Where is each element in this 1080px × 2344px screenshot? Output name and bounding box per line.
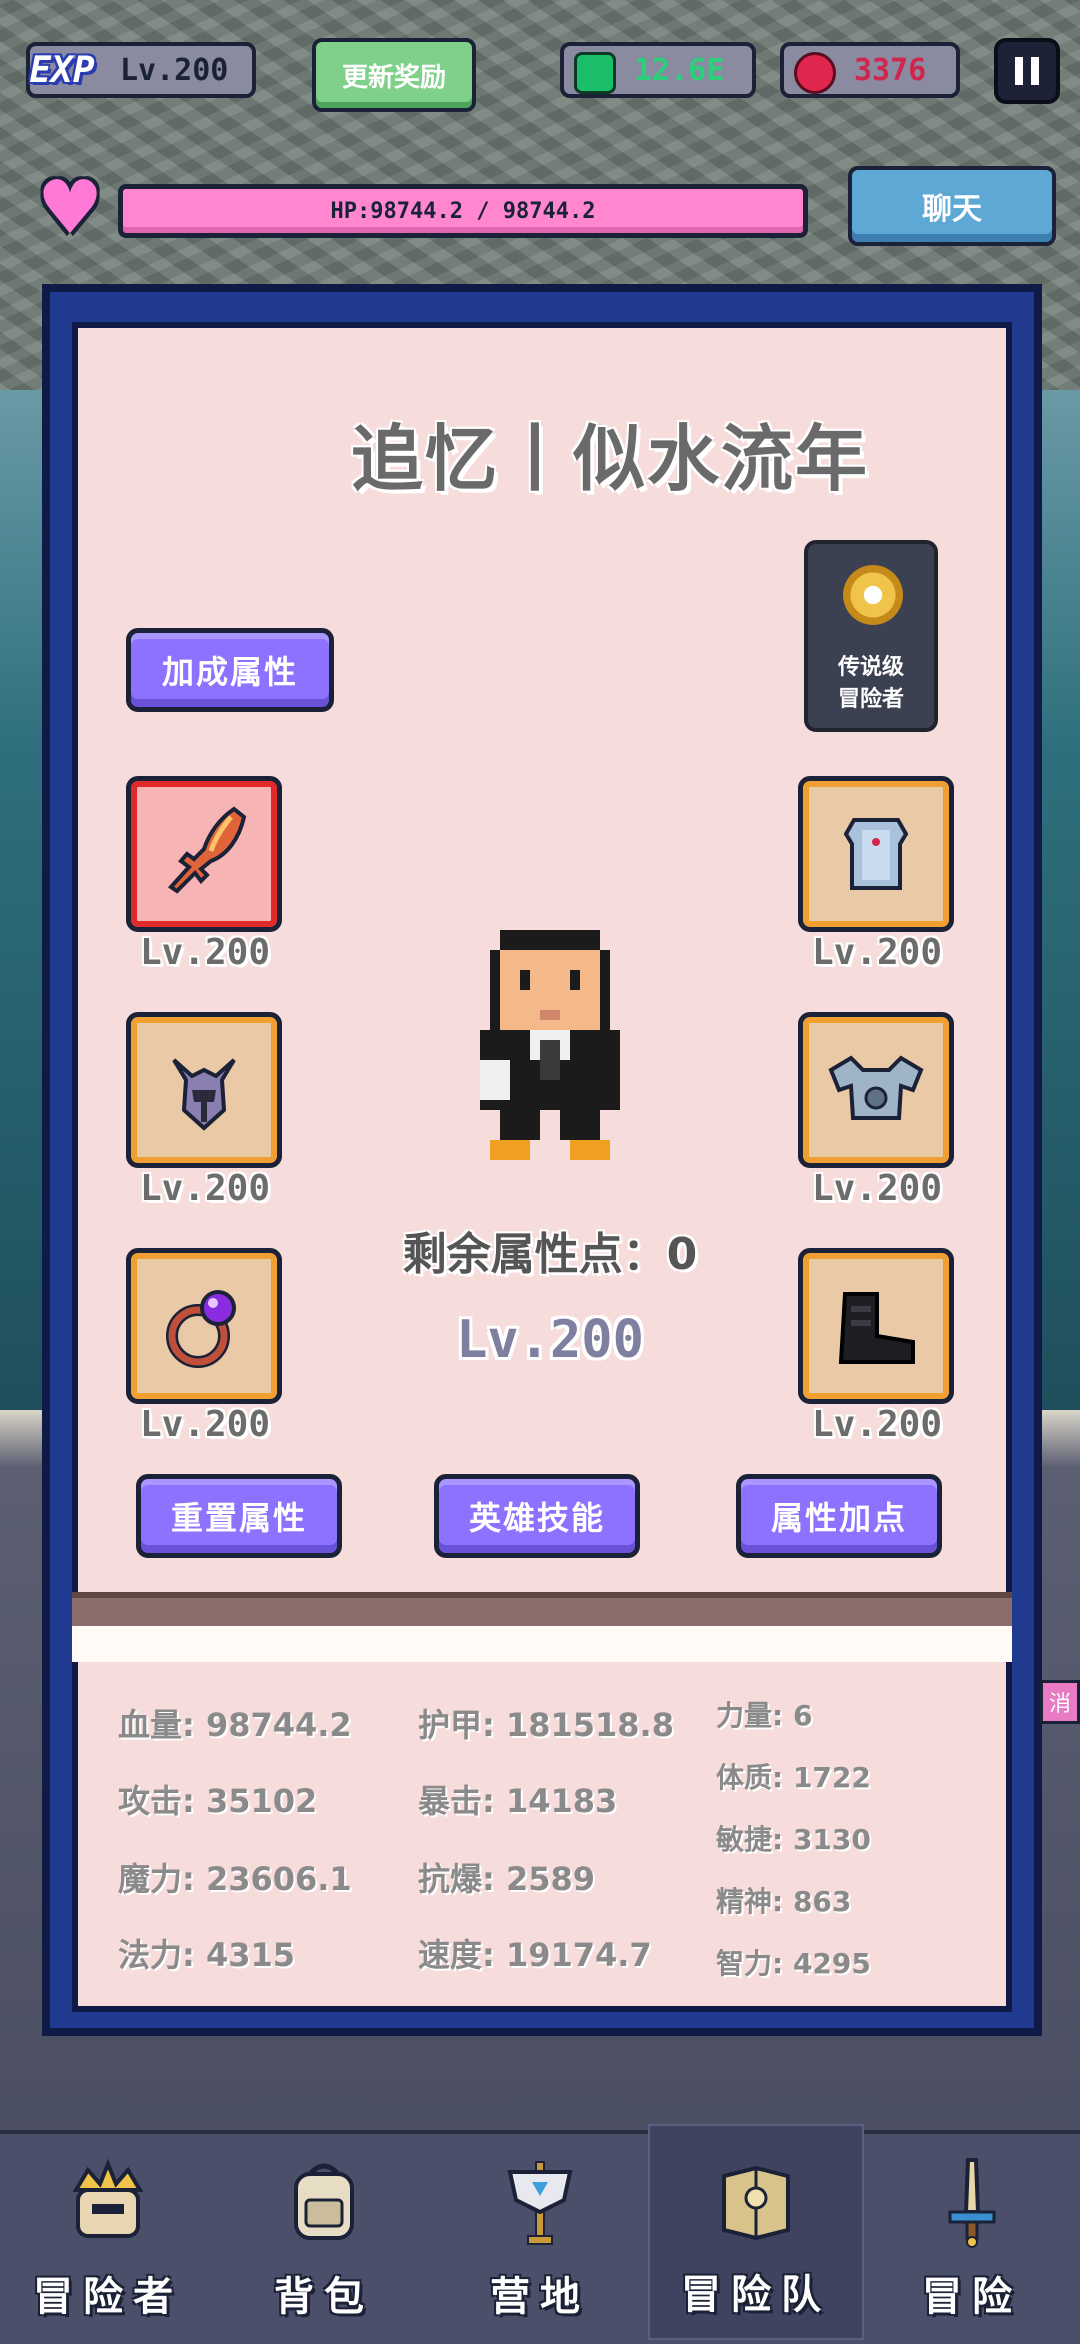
- weapon-slot[interactable]: [126, 776, 282, 932]
- boots-slot[interactable]: [798, 1248, 954, 1404]
- horned-helmet-icon: [172, 1058, 236, 1131]
- stat-spirit: 精神: 863: [716, 1885, 852, 1918]
- stat-mana: 法力: 4315: [118, 1936, 296, 1974]
- team-title: 追忆丨似水流年: [350, 417, 869, 501]
- gem-amount: 12.6E: [634, 52, 725, 88]
- boots-level: Lv.200: [811, 1404, 943, 1445]
- exp-icon: EXP: [29, 49, 95, 91]
- legend-emblem-icon: [838, 560, 908, 630]
- panel-divider-light: [72, 1626, 1012, 1662]
- ruby-counter: 3376: [780, 42, 960, 98]
- hero-skills-button[interactable]: 英雄技能: [434, 1474, 640, 1558]
- pause-button[interactable]: [994, 38, 1060, 104]
- book-icon: [722, 2165, 790, 2241]
- update-reward-button[interactable]: 更新奖励: [312, 38, 476, 112]
- stat-speed: 速度: 19174.7: [418, 1936, 652, 1974]
- nav-label-adventurer: 冒险者: [33, 2274, 183, 2320]
- banner-icon: [507, 2161, 573, 2245]
- stat-agility: 敏捷: 3130: [716, 1823, 871, 1856]
- chat-button[interactable]: 聊天: [848, 166, 1056, 246]
- ruby-amount: 3376: [854, 52, 927, 88]
- nav-adventurer[interactable]: 冒险者: [0, 2124, 216, 2340]
- nav-adventure[interactable]: 冒险: [864, 2124, 1080, 2340]
- nav-label-adventure: 冒险: [922, 2274, 1022, 2320]
- reset-attributes-button[interactable]: 重置属性: [136, 1474, 342, 1558]
- stat-constitution: 体质: 1722: [716, 1761, 871, 1794]
- flame-sword-icon: [167, 806, 247, 894]
- allocate-points-button[interactable]: 属性加点: [736, 1474, 942, 1558]
- nav-team[interactable]: 冒险队: [648, 2124, 864, 2340]
- player-level: Lv.200: [120, 52, 229, 88]
- bonus-attributes-button[interactable]: 加成属性: [126, 628, 334, 712]
- gem-counter: 12.6E: [560, 42, 756, 98]
- stat-crit: 暴击: 14183: [418, 1782, 618, 1820]
- stat-intelligence: 智力: 4295: [716, 1947, 871, 1980]
- nav-label-team: 冒险队: [681, 2272, 831, 2318]
- stat-strength: 力量: 6: [716, 1699, 813, 1732]
- stat-armor: 护甲: 181518.8: [418, 1706, 674, 1744]
- black-boots-icon: [838, 1292, 915, 1364]
- ring-level: Lv.200: [139, 1404, 271, 1445]
- emerald-icon: [574, 52, 616, 94]
- hero-character: [480, 930, 620, 1160]
- crown-helmet-icon: [72, 2158, 144, 2238]
- stat-attack: 攻击: 35102: [118, 1782, 318, 1820]
- nav-label-camp: 营地: [490, 2274, 590, 2320]
- chest-armor-level: Lv.200: [811, 932, 943, 973]
- helmet-level: Lv.200: [139, 1168, 271, 1209]
- stat-hp: 血量: 98744.2: [118, 1706, 352, 1744]
- remaining-attribute-points: 剩余属性点：0: [402, 1229, 698, 1280]
- stat-magic-power: 魔力: 23606.1: [118, 1860, 352, 1898]
- weapon-level: Lv.200: [139, 932, 271, 973]
- sword-icon: [948, 2158, 996, 2248]
- legend-rank-line2: 冒险者: [837, 687, 904, 712]
- plate-armor-icon: [828, 1055, 924, 1120]
- ring-slot[interactable]: [126, 1248, 282, 1404]
- hero-level: Lv.200: [456, 1310, 644, 1370]
- level-display: EXP Lv.200: [26, 42, 256, 98]
- pause-icon: [1015, 57, 1023, 85]
- nav-label-backpack: 背包: [274, 2274, 374, 2320]
- stat-crit-resist: 抗爆: 2589: [418, 1860, 596, 1898]
- amethyst-ring-icon: [166, 1290, 236, 1368]
- nav-backpack[interactable]: 背包: [216, 2124, 432, 2340]
- legend-rank-badge[interactable]: 传说级 冒险者: [804, 540, 938, 732]
- ruby-icon: [794, 52, 836, 94]
- chest-armor-icon: [843, 818, 909, 890]
- shoulder-armor-slot[interactable]: [798, 1012, 954, 1168]
- backpack-icon: [294, 2163, 354, 2240]
- chest-armor-slot[interactable]: [798, 776, 954, 932]
- heart-icon: ♥: [36, 165, 104, 251]
- helmet-slot[interactable]: [126, 1012, 282, 1168]
- nav-camp[interactable]: 营地: [432, 2124, 648, 2340]
- side-tab[interactable]: 消: [1040, 1680, 1080, 1724]
- shoulder-armor-level: Lv.200: [811, 1168, 943, 1209]
- hp-bar: HP:98744.2 / 98744.2: [118, 184, 808, 238]
- legend-rank-line1: 传说级: [837, 655, 904, 680]
